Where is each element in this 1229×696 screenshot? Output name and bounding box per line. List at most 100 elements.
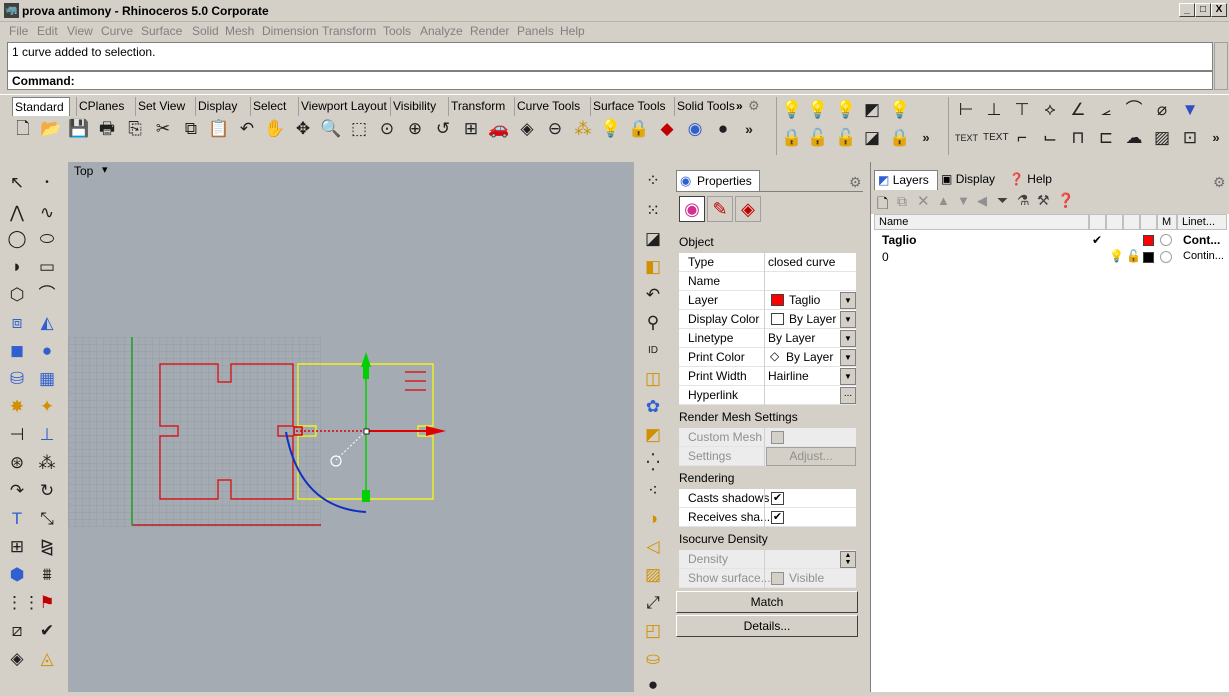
properties-gear-icon[interactable]: ⚙ — [849, 174, 862, 191]
black-sphere-icon[interactable]: ● — [642, 674, 664, 696]
viewport-top[interactable]: Top ▾ — [68, 162, 633, 692]
menu-tools[interactable]: Tools — [383, 24, 411, 38]
tab-surface-tools[interactable]: Surface Tools — [590, 97, 668, 116]
points-on-icon[interactable]: ⁘ — [642, 170, 664, 192]
unlock-layer-icon[interactable]: 🔓 — [1126, 249, 1141, 263]
curve-icon[interactable]: ∿ — [36, 202, 58, 224]
match-button[interactable]: Match — [676, 591, 858, 613]
linear-dimension-icon[interactable]: ⊢ — [955, 99, 977, 121]
material-circle-icon[interactable] — [1160, 251, 1172, 263]
new-file-icon[interactable]: 🗋 — [12, 118, 34, 140]
density-spinner-icon[interactable]: ▲ ▼ — [840, 551, 856, 568]
restore-button[interactable]: □ — [1195, 3, 1211, 17]
column-name[interactable]: Name — [874, 214, 1089, 230]
box-icon[interactable]: ◼ — [6, 340, 28, 362]
material-sphere-icon[interactable]: ● — [712, 118, 734, 140]
tools-icon[interactable]: ⚗ — [1017, 192, 1030, 209]
angle-45-icon[interactable]: ⦟ — [1095, 99, 1117, 121]
save-icon[interactable]: 💾 — [68, 118, 90, 140]
menu-surface[interactable]: Surface — [141, 24, 182, 38]
points-off-icon[interactable]: ⁙ — [642, 200, 664, 222]
leader-icon[interactable]: ▼ — [1179, 99, 1201, 121]
undo-view-icon[interactable]: ↺ — [432, 118, 454, 140]
car-render-icon[interactable]: 🚗 — [488, 118, 510, 140]
rotate-view-icon[interactable]: ✥ — [292, 118, 314, 140]
text-icon[interactable]: TEXT — [955, 127, 978, 149]
layers-gear-icon[interactable]: ⚙ — [1213, 174, 1226, 191]
analyze-icon[interactable]: ⚑ — [36, 592, 58, 614]
close-button[interactable]: X — [1211, 3, 1227, 17]
pan-hand-icon[interactable]: ✋ — [264, 118, 286, 140]
select-arrow-icon[interactable]: ↖ — [6, 172, 28, 194]
menu-edit[interactable]: Edit — [37, 24, 58, 38]
text-block-icon[interactable]: TEXT — [983, 127, 1009, 149]
polyline-icon[interactable]: ⋀ — [6, 202, 28, 224]
radius-dimension-icon[interactable]: ⌒ — [1123, 99, 1145, 121]
lock-swap-icon[interactable]: 🔒 — [889, 127, 911, 149]
undo-icon[interactable]: ↶ — [236, 118, 258, 140]
mesh-plane-icon[interactable]: ▦ — [36, 368, 58, 390]
join-icon[interactable]: ⊛ — [6, 452, 28, 474]
mirror-icon[interactable]: ⧎ — [36, 536, 58, 558]
polygon-icon[interactable]: ⬡ — [6, 284, 28, 306]
hide-swap-icon[interactable]: 💡 — [889, 99, 911, 121]
four-viewports-icon[interactable]: ⊞ — [460, 118, 482, 140]
point-cloud-icon[interactable]: ⁛ — [642, 452, 664, 474]
zoom-window-icon[interactable]: ⬚ — [348, 118, 370, 140]
rectangle-icon[interactable]: ▭ — [36, 256, 58, 278]
rotate-3d-icon[interactable]: ↻ — [36, 480, 58, 502]
linetype-select[interactable]: By Layer — [768, 331, 815, 345]
tab-display-panel[interactable]: ▣ Display — [941, 170, 995, 190]
explode-icon[interactable]: ✸ — [6, 396, 28, 418]
boolean-icon[interactable]: ✦ — [36, 396, 58, 418]
unlock-selected-icon[interactable]: 🔓 — [835, 127, 857, 149]
cube-icon[interactable]: ◫ — [642, 368, 664, 390]
receives-shadows-checkbox[interactable]: ✔ — [771, 511, 784, 524]
layer-select[interactable]: Taglio — [789, 293, 820, 307]
casts-shadows-checkbox[interactable]: ✔ — [771, 492, 784, 505]
fillet-curve-icon[interactable]: ⌒ — [36, 284, 58, 306]
visibility-more-icon[interactable]: » — [915, 127, 937, 149]
scale-1d-icon[interactable]: ⤢ — [642, 592, 664, 614]
help-icon[interactable]: ❓ — [1057, 192, 1074, 209]
scatter-icon[interactable]: ⁖ — [642, 480, 664, 502]
print-color-select[interactable]: By Layer — [786, 350, 833, 364]
solid-box-icon[interactable]: ◧ — [642, 256, 664, 278]
menu-view[interactable]: View — [67, 24, 93, 38]
material-icon[interactable]: ◩ — [642, 424, 664, 446]
mesh-tool-icon[interactable]: ◈ — [6, 648, 28, 670]
scale-icon[interactable]: ⤡ — [36, 508, 58, 530]
layer-linetype[interactable]: Contin... — [1183, 250, 1224, 262]
tab-solid-tools[interactable]: Solid Tools — [674, 97, 737, 116]
light-bulb-on-icon[interactable]: 💡 — [1109, 249, 1124, 263]
menu-analyze[interactable]: Analyze — [420, 24, 463, 38]
open-file-icon[interactable]: 📂 — [40, 118, 62, 140]
menu-dimension[interactable]: Dimension — [262, 24, 319, 38]
tab-select[interactable]: Select — [250, 97, 288, 116]
column-linetype[interactable]: Linet... — [1177, 214, 1227, 230]
surface-edge-icon[interactable]: ◭ — [36, 312, 58, 334]
layer-icon[interactable]: ◆ — [656, 118, 678, 140]
circle-icon[interactable]: ◯ — [6, 228, 28, 250]
annotation-style-icon[interactable]: ⊏ — [1095, 127, 1117, 149]
menu-transform[interactable]: Transform — [322, 24, 376, 38]
extrude-icon[interactable]: ⬢ — [6, 564, 28, 586]
ellipse-icon[interactable]: ⬭ — [36, 228, 58, 250]
cone-icon[interactable]: ◁ — [642, 536, 664, 558]
group-icon[interactable]: ⁂ — [36, 452, 58, 474]
dot-icon[interactable]: ⌐ — [1011, 127, 1033, 149]
menu-curve[interactable]: Curve — [101, 24, 133, 38]
split-icon[interactable]: ⊥ — [36, 424, 58, 446]
menu-render[interactable]: Render — [470, 24, 509, 38]
display-color-select[interactable]: By Layer — [789, 312, 836, 326]
trim-icon[interactable]: ⊣ — [6, 424, 28, 446]
move-down-icon[interactable]: ▼ — [957, 193, 970, 208]
tab-viewport-layout[interactable]: Viewport Layout — [298, 97, 389, 116]
text-object-icon[interactable]: T — [6, 508, 28, 530]
material-props-icon[interactable]: ✎ — [707, 196, 733, 222]
rotate-icon[interactable]: ↷ — [6, 480, 28, 502]
chevron-down-icon[interactable]: ▼ — [840, 368, 856, 385]
layer-row-0[interactable]: 0 💡 🔓 Contin... — [877, 249, 1227, 266]
gear-icon[interactable]: ⚙ — [748, 98, 760, 114]
chevron-down-icon[interactable]: ▼ — [840, 330, 856, 347]
